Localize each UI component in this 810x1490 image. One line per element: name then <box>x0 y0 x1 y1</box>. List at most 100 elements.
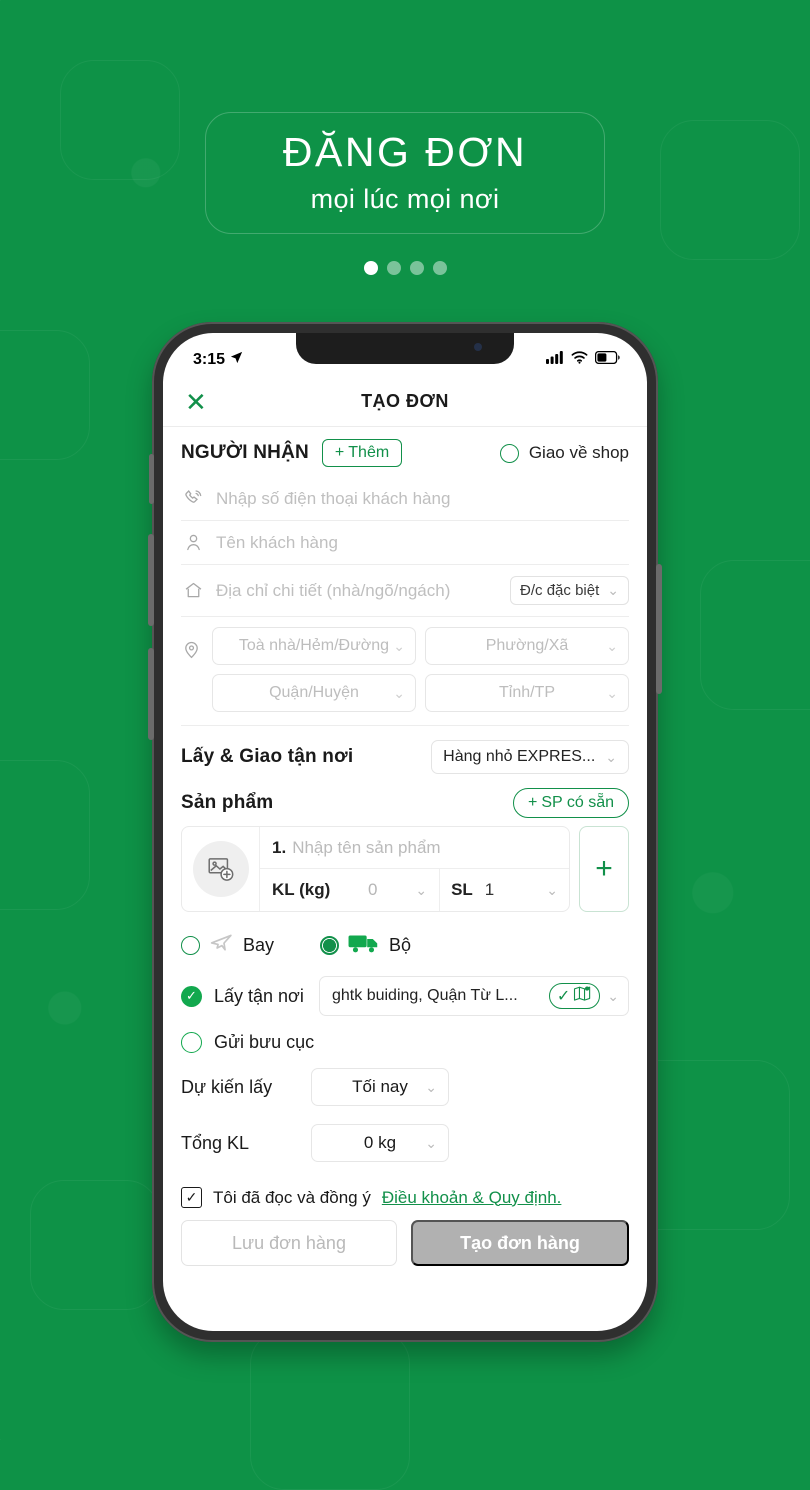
service-row: Lấy & Giao tận nơi Hàng nhỏ EXPRES... ⌄ <box>181 726 629 784</box>
available-products-button[interactable]: + SP có sẵn <box>513 788 629 818</box>
transport-air-option[interactable]: Bay <box>181 930 274 960</box>
map-location-icon <box>573 985 592 1007</box>
carousel-dot-4[interactable] <box>432 261 447 275</box>
pickup-time-value: Tối nay <box>352 1077 408 1096</box>
map-pin-icon <box>181 627 202 665</box>
check-icon: ✓ <box>556 988 571 1005</box>
phone-volume-up-button <box>148 534 154 626</box>
pickup-address-select[interactable]: ghtk buiding, Quận Từ L... ✓ ⌄ <box>319 976 629 1016</box>
chevron-down-icon: ⌄ <box>393 684 405 701</box>
customer-phone-field[interactable]: Nhập số điện thoại khách hàng <box>181 477 629 521</box>
terms-text: Tôi đã đọc và đồng ý <box>213 1187 371 1207</box>
carousel-dot-1[interactable] <box>363 261 378 275</box>
transport-air-radio[interactable] <box>181 935 200 955</box>
transport-modes: Bay Bộ <box>181 912 629 966</box>
transport-road-radio[interactable] <box>320 935 340 955</box>
customer-name-field[interactable]: Tên khách hàng <box>181 521 629 565</box>
deliver-to-shop-option[interactable]: Giao về shop <box>499 443 629 463</box>
phone-power-button <box>656 564 662 694</box>
phone-mute-switch <box>149 454 154 504</box>
transport-air-label: Bay <box>243 934 275 955</box>
terms-link[interactable]: Điều khoản & Quy định. <box>382 1188 562 1208</box>
add-receiver-button[interactable]: + Thêm <box>321 439 403 467</box>
select-district[interactable]: Quận/Huyện ⌄ <box>212 674 416 712</box>
terms-checkbox[interactable]: ✓ <box>181 1187 202 1208</box>
carousel-dot-2[interactable] <box>386 261 401 275</box>
chevron-down-icon[interactable]: ⌄ <box>607 988 619 1005</box>
product-fields: 1. Nhập tên sản phẩm KL (kg) 0 ⌄ SL 1 ⌄ <box>260 827 569 911</box>
pickup-time-label: Dự kiến lấy <box>181 1076 273 1097</box>
product-name-field[interactable]: 1. Nhập tên sản phẩm <box>260 827 569 869</box>
add-product-row-button[interactable]: + <box>579 826 629 912</box>
transport-road-option[interactable]: Bộ <box>320 932 411 959</box>
phone-icon <box>183 488 204 509</box>
product-qty-select[interactable]: SL 1 ⌄ <box>440 869 569 911</box>
phone-screen: 3:15 ✕ TẠO ĐƠN NGƯỜI NHẬN + Thêm Giao về… <box>163 333 647 1331</box>
deliver-to-shop-radio[interactable] <box>499 443 519 463</box>
chevron-down-icon: ⌄ <box>393 637 405 654</box>
pickup-post-office-radio[interactable] <box>181 1032 202 1053</box>
products-header-row: Sản phẩm + SP có sẵn <box>181 784 629 826</box>
product-weight-value: 0 <box>368 880 378 899</box>
create-order-button[interactable]: Tạo đơn hàng <box>411 1220 629 1266</box>
terms-row: ✓ Tôi đã đọc và đồng ý Điều khoản & Quy … <box>181 1171 629 1220</box>
product-thumbnail-cell[interactable] <box>182 827 260 911</box>
front-camera-icon <box>474 343 482 351</box>
chevron-down-icon: ⌄ <box>606 684 618 701</box>
select-province-value: Tỉnh/TP <box>498 684 555 701</box>
phone-mockup: 3:15 ✕ TẠO ĐƠN NGƯỜI NHẬN + Thêm Giao về… <box>148 322 662 1342</box>
product-qty-label: SL <box>451 880 473 899</box>
total-weight-value: 0 kg <box>363 1133 397 1152</box>
product-index: 1. <box>272 837 287 857</box>
detail-address-placeholder: Địa chỉ chi tiết (nhà/ngõ/ngách) <box>216 580 451 600</box>
home-icon <box>183 580 204 601</box>
select-street-value: Toà nhà/Hẻm/Đường <box>238 637 390 654</box>
select-ward[interactable]: Phường/Xã ⌄ <box>425 627 629 665</box>
carousel-dots[interactable] <box>0 261 810 275</box>
pickup-at-place-row[interactable]: ✓ Lấy tận nơi ghtk buiding, Quận Từ L...… <box>181 966 629 1022</box>
pickup-post-office-label: Gửi bưu cục <box>214 1032 315 1052</box>
special-address-select[interactable]: Đ/c đặc biệt ⌄ <box>510 576 629 605</box>
select-street[interactable]: Toà nhà/Hẻm/Đường ⌄ <box>212 627 416 665</box>
save-order-button[interactable]: Lưu đơn hàng <box>181 1220 397 1266</box>
detail-address-field[interactable]: Địa chỉ chi tiết (nhà/ngõ/ngách) Đ/c đặc… <box>181 565 629 617</box>
status-bar-left: 3:15 <box>193 350 244 370</box>
total-weight-select[interactable]: 0 kg ⌄ <box>311 1124 449 1162</box>
select-province[interactable]: Tỉnh/TP ⌄ <box>425 674 629 712</box>
total-weight-label: Tổng KL <box>181 1132 250 1153</box>
carousel-dot-3[interactable] <box>409 261 424 275</box>
address-selects-group: Toà nhà/Hẻm/Đường ⌄ Phường/Xã ⌄ Quận/Huy… <box>181 617 629 712</box>
chevron-down-icon: ⌄ <box>607 582 619 598</box>
hero-subtitle: mọi lúc mọi nơi <box>310 183 500 214</box>
service-select-value: Hàng nhỏ EXPRES... <box>443 748 596 765</box>
pickup-post-office-row[interactable]: Gửi bưu cục <box>181 1022 629 1059</box>
pickup-time-row: Dự kiến lấy Tối nay ⌄ <box>181 1059 629 1115</box>
product-qty-value: 1 <box>484 880 495 899</box>
pickup-address-value: ghtk buiding, Quận Từ L... <box>332 987 518 1004</box>
pickup-map-button[interactable]: ✓ <box>548 983 601 1009</box>
pickup-time-select[interactable]: Tối nay ⌄ <box>311 1068 449 1106</box>
service-select[interactable]: Hàng nhỏ EXPRES... ⌄ <box>431 740 629 774</box>
truck-icon <box>348 932 380 959</box>
product-meta-row: KL (kg) 0 ⌄ SL 1 ⌄ <box>260 869 569 911</box>
receiver-header-row: NGƯỜI NHẬN + Thêm Giao về shop <box>181 427 629 477</box>
hero-title: ĐĂNG ĐƠN <box>282 129 528 176</box>
phone-notch <box>296 333 514 364</box>
product-card: 1. Nhập tên sản phẩm KL (kg) 0 ⌄ SL 1 ⌄ <box>181 826 570 912</box>
product-weight-select[interactable]: KL (kg) 0 ⌄ <box>260 869 441 911</box>
select-district-value: Quận/Huyện <box>269 684 359 701</box>
pickup-at-place-check-icon[interactable]: ✓ <box>181 985 202 1007</box>
hero-banner: ĐĂNG ĐƠN mọi lúc mọi nơi <box>205 112 605 234</box>
special-address-value: Đ/c đặc biệt <box>520 582 600 599</box>
action-buttons: Lưu đơn hàng Tạo đơn hàng <box>181 1220 629 1282</box>
plus-icon: + <box>528 794 538 811</box>
chevron-down-icon: ⌄ <box>546 881 558 898</box>
status-bar-right <box>546 350 621 369</box>
user-icon <box>183 532 204 553</box>
cellular-signal-icon <box>546 351 564 369</box>
page-title: TẠO ĐƠN <box>361 391 449 411</box>
chevron-down-icon: ⌄ <box>415 881 428 898</box>
image-add-icon[interactable] <box>192 841 249 897</box>
chevron-down-icon: ⌄ <box>605 748 617 765</box>
products-label: Sản phẩm <box>181 792 274 813</box>
